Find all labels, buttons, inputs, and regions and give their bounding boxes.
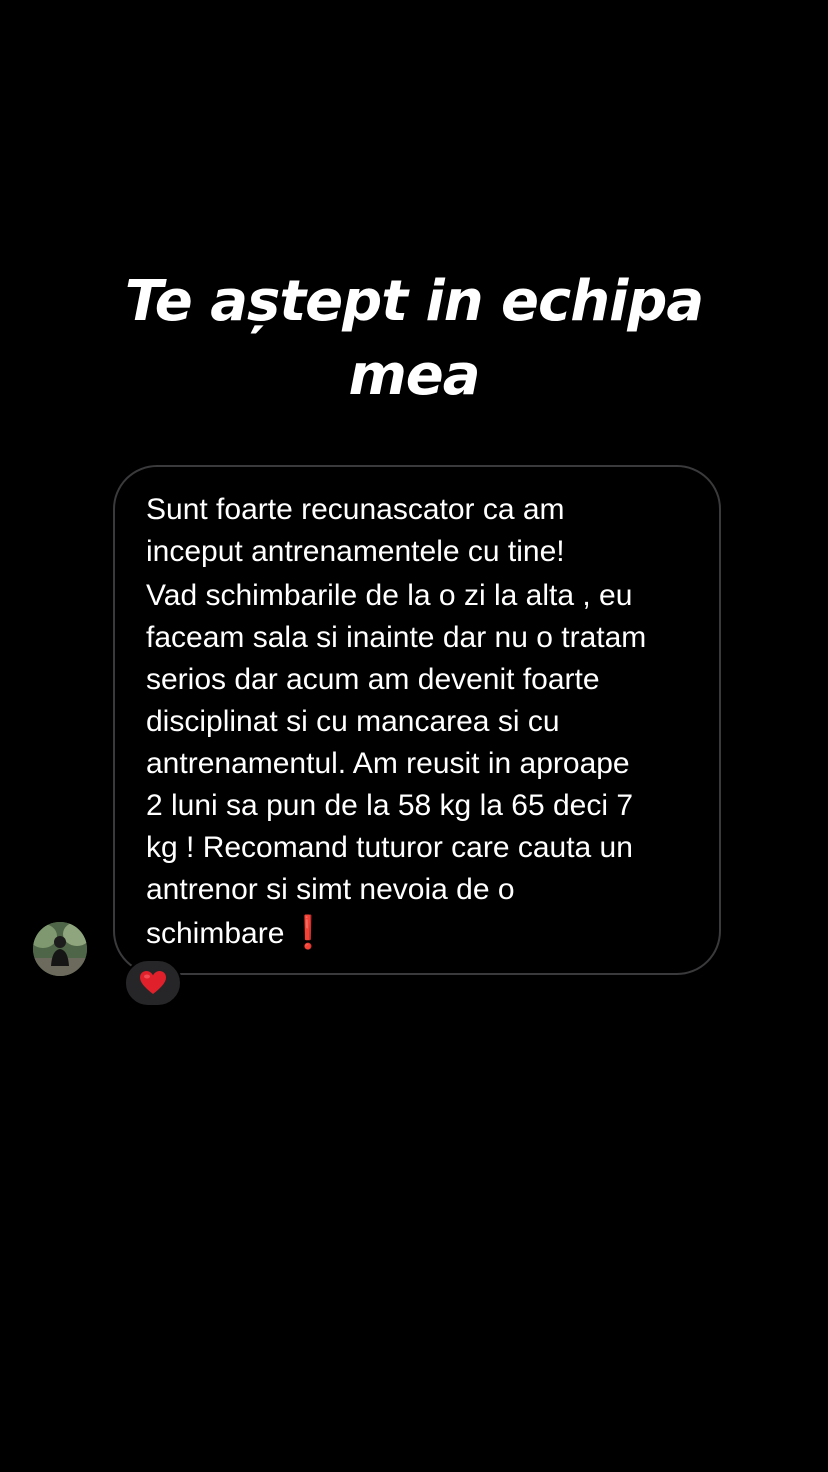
reaction-badge[interactable]: [124, 959, 182, 1007]
message-line-text: schimbare: [146, 917, 285, 950]
avatar[interactable]: [33, 922, 87, 976]
message-line: antrenor si simt nevoia de o: [146, 873, 515, 906]
story-title-line-2: mea: [348, 343, 480, 408]
message-line-last: schimbare ❗: [146, 911, 689, 955]
message-line: faceam sala si inainte dar nu o tratam: [146, 621, 647, 654]
story-title-line-1: Te aștept in echipa: [124, 269, 704, 334]
message-line: antrenamentul. Am reusit in aproape: [146, 747, 630, 780]
heart-icon: [140, 971, 166, 994]
message-line: disciplinat si cu mancarea si cu: [146, 705, 560, 738]
message-line: kg ! Recomand tuturor care cauta un: [146, 831, 633, 864]
message-line: Vad schimbarile de la o zi la alta , eu: [146, 579, 633, 612]
message-line: Sunt foarte recunascator ca am: [146, 493, 565, 526]
message-line: serios dar acum am devenit foarte: [146, 663, 600, 696]
user-avatar-icon: [33, 922, 87, 976]
message-line: 2 luni sa pun de la 58 kg la 65 deci 7: [146, 789, 634, 822]
message-bubble[interactable]: Sunt foarte recunascator ca am inceput a…: [113, 465, 721, 975]
story-title: Te aștept in echipa mea: [0, 265, 828, 413]
message-line: inceput antrenamentele cu tine!: [146, 535, 565, 568]
exclamation-icon: ❗: [288, 914, 329, 950]
